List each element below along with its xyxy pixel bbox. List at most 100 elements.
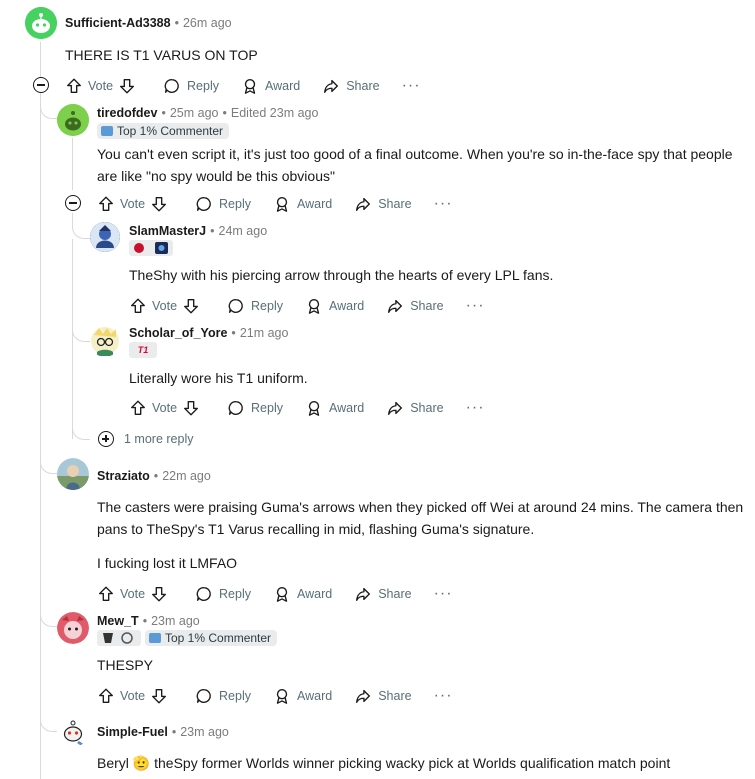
more-options-button[interactable]: ··· xyxy=(434,687,453,705)
t1-logo-text: T1 xyxy=(137,345,149,355)
share-button[interactable]: Share xyxy=(354,687,412,705)
comment-actions: Vote Reply Award Share ··· xyxy=(129,294,485,318)
share-label: Share xyxy=(410,299,444,313)
timestamp[interactable]: 24m ago xyxy=(219,224,268,238)
more-options-button[interactable]: ··· xyxy=(466,399,485,417)
downvote-arrow-icon[interactable] xyxy=(150,687,168,705)
flair-text: Top 1% Commenter xyxy=(117,124,224,138)
comment-meta: Simple-Fuel • 23m ago xyxy=(97,725,229,739)
comment-body-paragraph: I fucking lost it LMFAO xyxy=(97,555,238,571)
snoo-avatar-icon xyxy=(25,7,57,39)
commenter-badge-icon xyxy=(101,126,113,136)
avatar[interactable] xyxy=(57,104,89,136)
comment-actions: Vote Reply Award Share ··· xyxy=(97,684,453,708)
share-button[interactable]: Share xyxy=(386,297,444,315)
thread-line-root[interactable] xyxy=(40,42,41,779)
comment-meta: SlamMasterJ • 24m ago xyxy=(129,224,267,238)
flair-text: Top 1% Commenter xyxy=(165,631,272,645)
username[interactable]: SlamMasterJ xyxy=(129,224,206,238)
upvote-button[interactable]: Vote xyxy=(65,77,141,95)
award-button[interactable]: Award xyxy=(241,77,300,95)
downvote-arrow-icon[interactable] xyxy=(118,77,136,95)
upvote-button[interactable]: Vote xyxy=(129,399,205,417)
reply-button[interactable]: Reply xyxy=(195,195,251,213)
award-button[interactable]: Award xyxy=(273,585,332,603)
speech-bubble-icon xyxy=(196,587,211,601)
reply-button[interactable]: Reply xyxy=(163,77,219,95)
avatar[interactable] xyxy=(90,222,120,252)
reply-button[interactable]: Reply xyxy=(195,687,251,705)
timestamp[interactable]: 25m ago xyxy=(170,106,219,120)
upvote-button[interactable]: Vote xyxy=(97,195,173,213)
custom-avatar-icon xyxy=(57,612,89,644)
username[interactable]: Scholar_of_Yore xyxy=(129,326,227,340)
reply-button[interactable]: Reply xyxy=(227,399,283,417)
timestamp[interactable]: 22m ago xyxy=(162,469,211,483)
separator-dot: • xyxy=(142,614,148,628)
avatar[interactable] xyxy=(57,612,89,644)
downvote-arrow-icon[interactable] xyxy=(182,399,200,417)
share-button[interactable]: Share xyxy=(354,195,412,213)
comment-actions: Vote Reply Award Share ··· xyxy=(97,582,453,606)
avatar[interactable] xyxy=(57,715,89,747)
reply-button[interactable]: Reply xyxy=(227,297,283,315)
award-button[interactable]: Award xyxy=(273,195,332,213)
upvote-arrow-icon xyxy=(131,298,145,313)
username[interactable]: Straziato xyxy=(97,469,150,483)
share-arrow-icon xyxy=(324,79,339,93)
timestamp[interactable]: 21m ago xyxy=(240,326,289,340)
more-options-button[interactable]: ··· xyxy=(466,297,485,315)
reply-button[interactable]: Reply xyxy=(195,585,251,603)
separator-dot: • xyxy=(171,725,177,739)
thread-curve xyxy=(40,450,58,474)
username[interactable]: Simple-Fuel xyxy=(97,725,168,739)
comment-body: THESPY xyxy=(97,657,154,673)
collapse-thread-button[interactable] xyxy=(33,77,49,93)
more-options-button[interactable]: ··· xyxy=(402,77,421,95)
timestamp[interactable]: 23m ago xyxy=(180,725,229,739)
timestamp[interactable]: 26m ago xyxy=(183,16,232,30)
speech-bubble-icon xyxy=(164,79,179,93)
downvote-arrow-icon[interactable] xyxy=(182,297,200,315)
award-label: Award xyxy=(329,299,365,313)
avatar[interactable] xyxy=(57,458,89,490)
avatar[interactable] xyxy=(25,7,57,39)
vote-label: Vote xyxy=(88,79,114,93)
comment-body: Literally wore his T1 uniform. xyxy=(129,370,308,386)
more-options-button[interactable]: ··· xyxy=(434,585,453,603)
share-arrow-icon xyxy=(356,197,371,211)
team-flair-icon xyxy=(129,240,173,256)
username[interactable]: tiredofdev xyxy=(97,106,157,120)
timestamp[interactable]: 23m ago xyxy=(151,614,200,628)
separator-dot: • xyxy=(153,469,159,483)
award-button[interactable]: Award xyxy=(273,687,332,705)
commenter-badge-icon xyxy=(149,633,161,643)
share-button[interactable]: Share xyxy=(322,77,380,95)
avatar[interactable] xyxy=(90,325,120,357)
comment-meta: tiredofdev • 25m ago • Edited 23m ago xyxy=(97,106,318,120)
team-logo-icon xyxy=(103,632,133,644)
upvote-arrow-icon xyxy=(131,400,145,415)
more-options-button[interactable]: ··· xyxy=(434,195,453,213)
award-button[interactable]: Award xyxy=(305,297,364,315)
thread-line-tiredofdev-lower[interactable] xyxy=(72,239,73,439)
upvote-button[interactable]: Vote xyxy=(97,687,173,705)
downvote-arrow-icon[interactable] xyxy=(150,585,168,603)
upvote-button[interactable]: Vote xyxy=(97,585,173,603)
upvote-arrow-icon xyxy=(99,196,113,211)
username[interactable]: Mew_T xyxy=(97,614,139,628)
award-button[interactable]: Award xyxy=(305,399,364,417)
award-label: Award xyxy=(297,197,333,211)
share-button[interactable]: Share xyxy=(354,585,412,603)
award-icon xyxy=(308,401,320,416)
t1-flair-badge: T1 xyxy=(129,342,157,358)
more-replies-link[interactable]: 1 more reply xyxy=(98,431,193,447)
upvote-button[interactable]: Vote xyxy=(129,297,205,315)
award-icon xyxy=(276,197,288,212)
downvote-arrow-icon[interactable] xyxy=(150,195,168,213)
vote-label: Vote xyxy=(120,587,146,601)
collapse-thread-button[interactable] xyxy=(65,195,81,211)
share-button[interactable]: Share xyxy=(386,399,444,417)
thread-line-tiredofdev[interactable] xyxy=(72,138,73,190)
username[interactable]: Sufficient-Ad3388 xyxy=(65,16,171,30)
